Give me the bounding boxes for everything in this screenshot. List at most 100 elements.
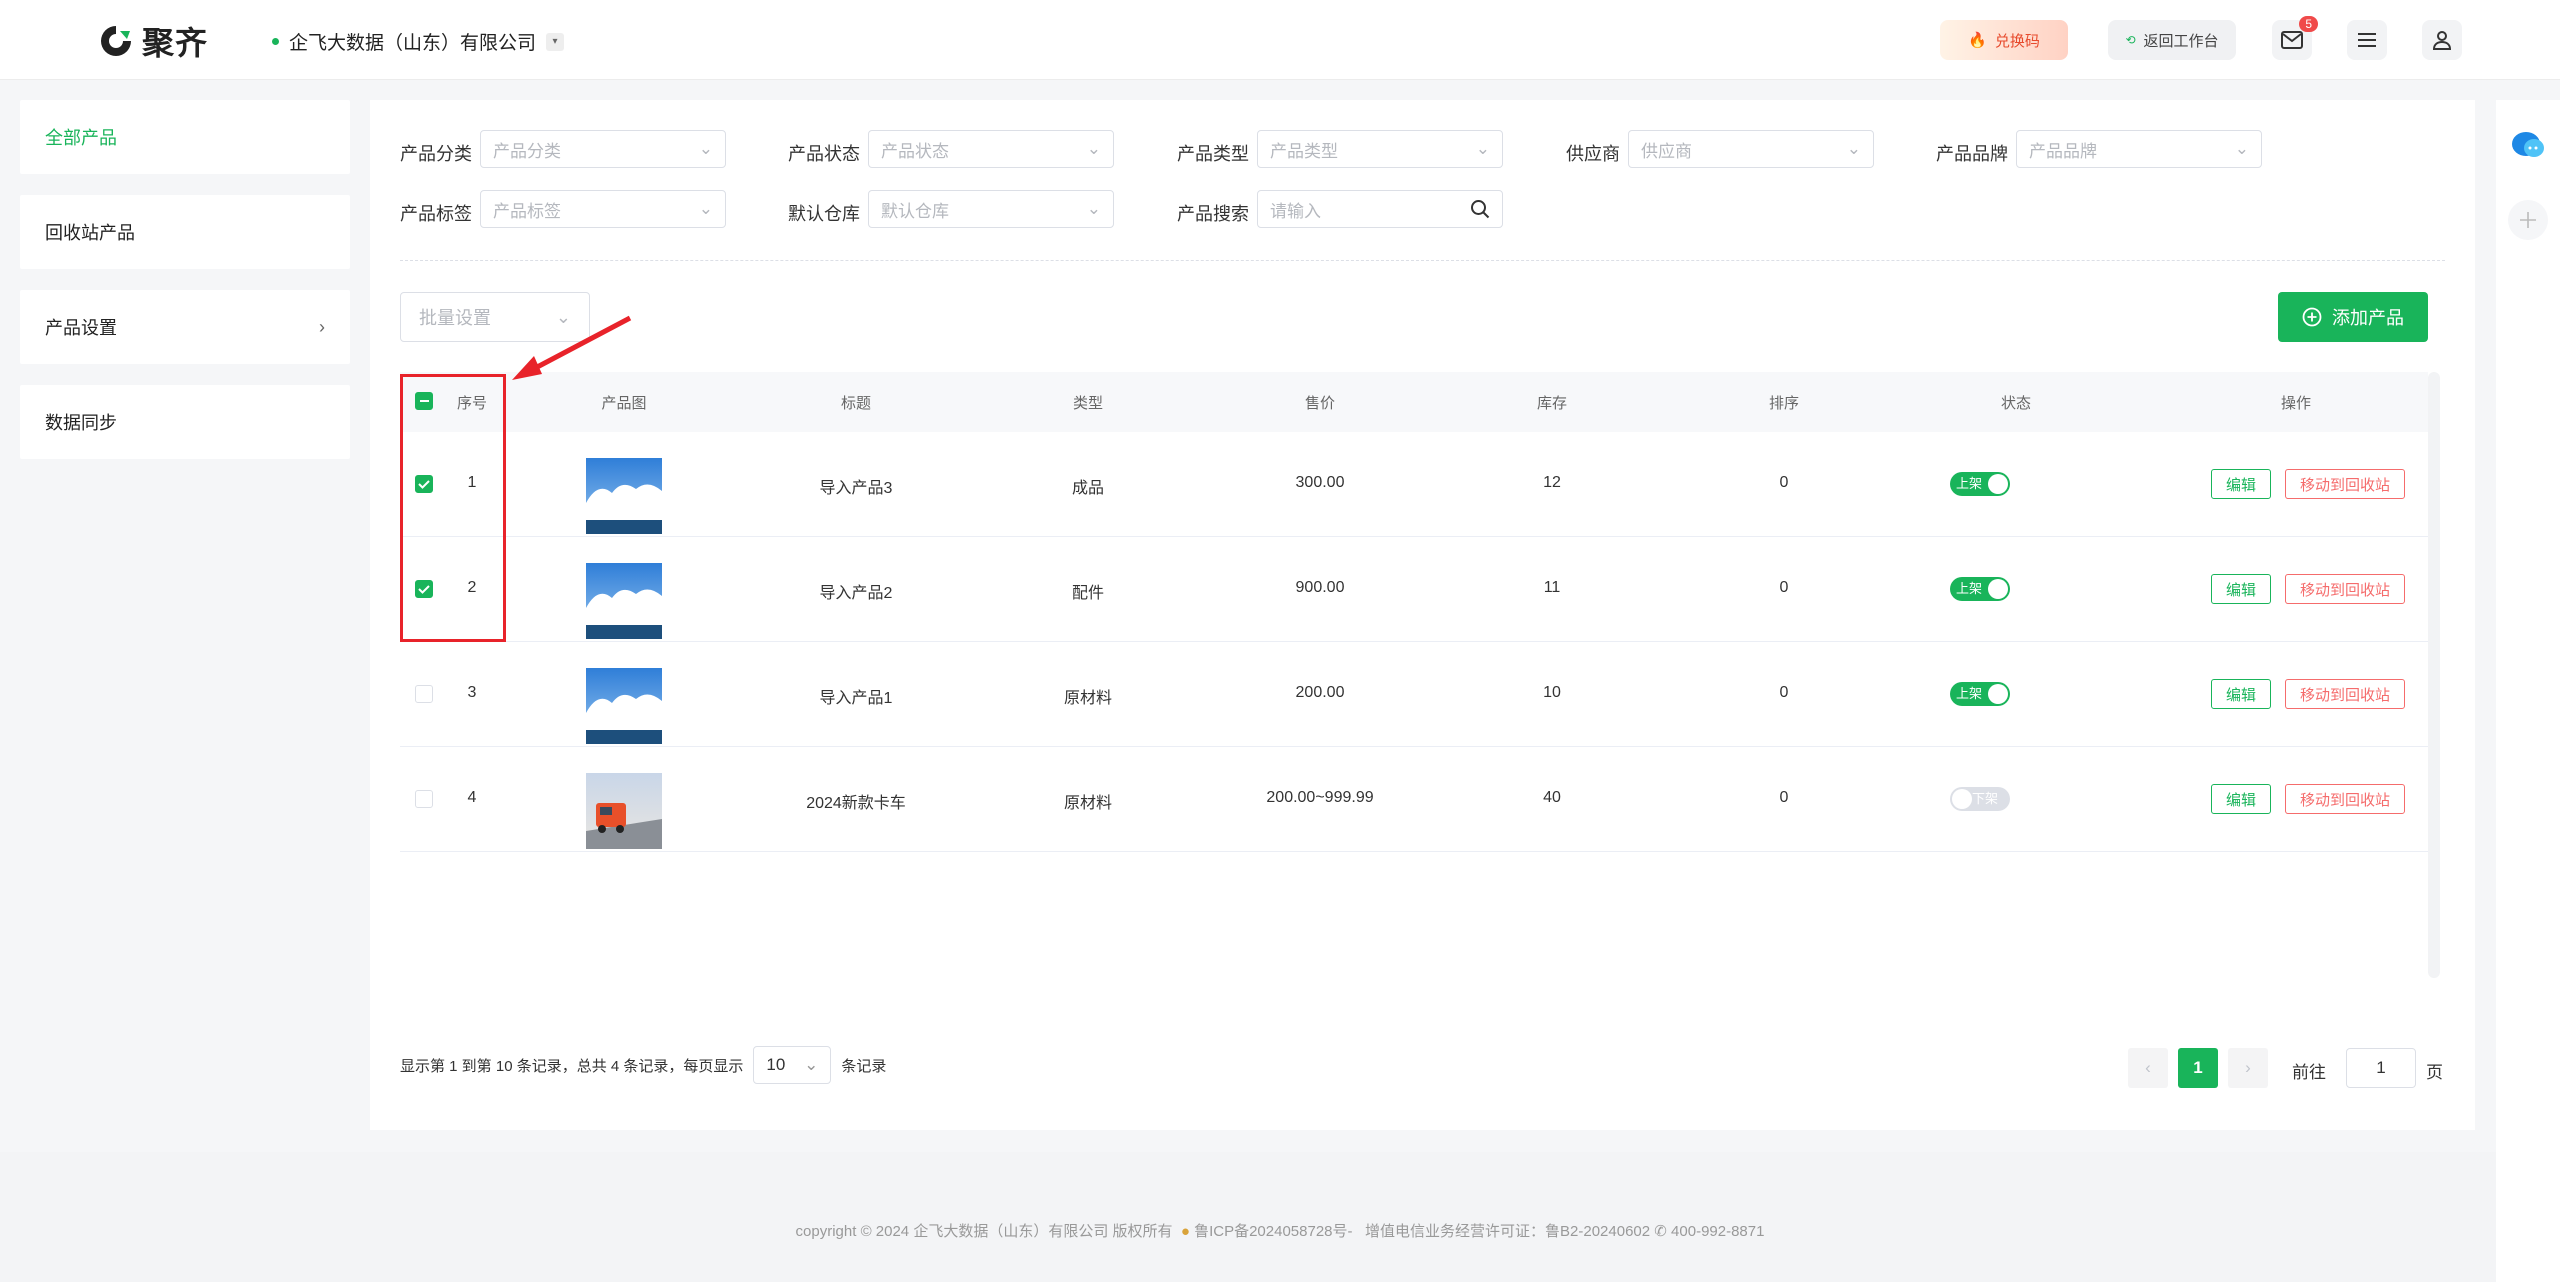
status-toggle[interactable]: 下架 [1950, 787, 2010, 811]
search-input[interactable]: 请输入 [1257, 190, 1503, 228]
brand-select[interactable]: 产品品牌 ⌄ [2016, 130, 2262, 168]
edit-label: 编辑 [2225, 791, 2256, 809]
sidebar-item-label: 数据同步 [45, 413, 117, 433]
sidebar: 全部产品 回收站产品 产品设置 › 数据同步 [20, 100, 350, 480]
logo[interactable]: 聚齐 [98, 18, 208, 64]
chevron-down-icon: ⌄ [2234, 139, 2249, 158]
mail-badge: 5 [2299, 16, 2318, 32]
row-title: 2024新款卡车 [806, 795, 906, 812]
status-toggle[interactable]: 上架 [1950, 682, 2010, 706]
sidebar-item-data-sync[interactable]: 数据同步 [20, 385, 350, 459]
row-checkbox[interactable] [415, 685, 433, 703]
tag-select[interactable]: 产品标签 ⌄ [480, 190, 726, 228]
sidebar-item-recycle-bin[interactable]: 回收站产品 [20, 195, 350, 269]
page-number: 1 [2193, 1058, 2203, 1077]
tag-label: 产品标签 [400, 204, 472, 224]
user-icon [2432, 31, 2452, 50]
row-checkbox[interactable] [415, 790, 433, 808]
chevron-right-icon: › [319, 316, 325, 337]
status-select[interactable]: 产品状态 ⌄ [868, 130, 1114, 168]
add-float-button[interactable] [2508, 200, 2548, 240]
type-placeholder: 产品类型 [1270, 141, 1338, 161]
user-button[interactable] [2422, 20, 2462, 60]
mail-button[interactable]: 5 [2272, 16, 2318, 60]
chevron-down-icon: ⌄ [804, 1055, 819, 1074]
footer-copyright: copyright © 2024 企飞大数据（山东）有限公司 版权所有 ● 鲁I… [0, 1220, 2560, 1241]
sidebar-item-all-products[interactable]: 全部产品 [20, 100, 350, 174]
chevron-down-icon: ⌄ [698, 139, 713, 158]
row-stock: 40 [1543, 789, 1561, 806]
icp-link[interactable]: 鲁ICP备2024058728号- [1194, 1223, 1352, 1240]
edit-button[interactable]: 编辑 [2211, 574, 2271, 604]
goto-page-input[interactable]: 1 [2346, 1048, 2416, 1088]
chevron-down-icon: ⌄ [1086, 139, 1101, 158]
warehouse-select[interactable]: 默认仓库 ⌄ [868, 190, 1114, 228]
supplier-select[interactable]: 供应商 ⌄ [1628, 130, 1874, 168]
supplier-label: 供应商 [1566, 144, 1620, 164]
row-price: 900.00 [1295, 579, 1345, 596]
batch-placeholder: 批量设置 [419, 308, 491, 328]
header-sort: 排序 [1768, 395, 1800, 412]
trash-label: 移动到回收站 [2299, 791, 2390, 809]
edit-label: 编辑 [2225, 581, 2256, 599]
edit-label: 编辑 [2225, 686, 2256, 704]
page-size-select[interactable]: 10 ⌄ [753, 1046, 832, 1084]
goto-label: 前往 [2292, 1063, 2326, 1082]
trash-label: 移动到回收站 [2299, 476, 2390, 494]
header-status: 状态 [2000, 395, 2032, 412]
edit-button[interactable]: 编辑 [2211, 469, 2271, 499]
sidebar-item-label: 产品设置 [45, 318, 117, 338]
row-sort: 0 [1779, 474, 1789, 491]
next-page-button[interactable]: › [2228, 1048, 2268, 1088]
header-stock: 库存 [1536, 395, 1568, 412]
menu-button[interactable] [2347, 20, 2387, 60]
pagination-info: 显示第 1 到第 10 条记录，总共 4 条记录，每页显示 10 ⌄ 条记录 [400, 1046, 886, 1084]
move-to-recycle-button[interactable]: 移动到回收站 [2285, 784, 2405, 814]
company-switcher[interactable]: 企飞大数据（山东）有限公司 ▾ [272, 28, 565, 55]
logo-text: 聚齐 [142, 25, 209, 61]
add-product-button[interactable]: 添加产品 [2278, 292, 2428, 342]
edit-label: 编辑 [2225, 476, 2256, 494]
back-to-workbench-button[interactable]: ⟲ 返回工作台 [2108, 20, 2236, 60]
row-title: 导入产品3 [819, 480, 893, 497]
move-to-recycle-button[interactable]: 移动到回收站 [2285, 574, 2405, 604]
sidebar-item-label: 回收站产品 [45, 223, 135, 243]
category-placeholder: 产品分类 [493, 141, 561, 161]
goto-value: 1 [2376, 1058, 2386, 1077]
prev-page-button[interactable]: ‹ [2128, 1048, 2168, 1088]
trash-label: 移动到回收站 [2299, 686, 2390, 704]
move-to-recycle-button[interactable]: 移动到回收站 [2285, 679, 2405, 709]
toggle-knob [1952, 789, 1972, 809]
warehouse-label: 默认仓库 [788, 204, 860, 224]
plus-circle-icon [2302, 307, 2322, 327]
product-image[interactable] [586, 563, 662, 639]
sidebar-item-product-settings[interactable]: 产品设置 › [20, 290, 350, 364]
product-image[interactable] [586, 668, 662, 744]
divider [400, 260, 2445, 261]
search-icon[interactable] [1470, 199, 1490, 219]
plus-icon [2520, 212, 2536, 228]
status-dot [272, 38, 279, 45]
redeem-code-button[interactable]: 🔥 兑换码 [1940, 20, 2068, 60]
status-toggle[interactable]: 上架 [1950, 577, 2010, 601]
dropdown-icon[interactable]: ▾ [546, 32, 565, 51]
edit-button[interactable]: 编辑 [2211, 679, 2271, 709]
police-badge-icon: ● [1180, 1223, 1190, 1240]
move-to-recycle-button[interactable]: 移动到回收站 [2285, 469, 2405, 499]
chevron-down-icon: ⌄ [1475, 139, 1490, 158]
status-toggle[interactable]: 上架 [1950, 472, 2010, 496]
product-image[interactable] [586, 773, 662, 849]
row-stock: 11 [1543, 579, 1561, 596]
type-select[interactable]: 产品类型 ⌄ [1257, 130, 1503, 168]
table-scrollbar[interactable] [2428, 372, 2440, 978]
phone-text: 400-992-8871 [1671, 1223, 1765, 1240]
status-text: 下架 [1972, 791, 1999, 806]
page-1-button[interactable]: 1 [2178, 1048, 2218, 1088]
supplier-placeholder: 供应商 [1641, 141, 1692, 161]
category-select[interactable]: 产品分类 ⌄ [480, 130, 726, 168]
category-label: 产品分类 [400, 144, 472, 164]
product-image[interactable] [586, 458, 662, 534]
edit-button[interactable]: 编辑 [2211, 784, 2271, 814]
header-image: 产品图 [601, 395, 647, 412]
chat-bubble-icon[interactable] [2510, 130, 2546, 162]
